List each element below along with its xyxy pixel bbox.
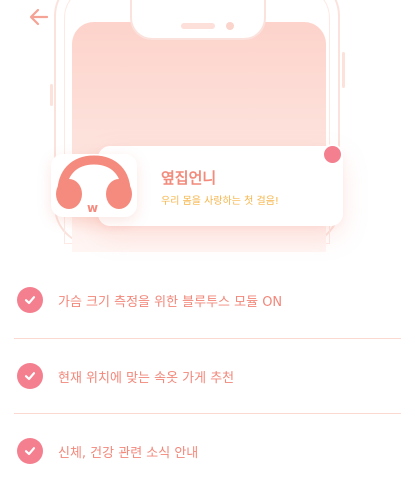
checkmark-icon xyxy=(17,363,43,389)
feature-item-store: 현재 위치에 맞는 속옷 가게 추천 xyxy=(17,360,402,392)
phone-notch xyxy=(130,0,266,40)
checkmark-icon xyxy=(17,287,43,313)
divider xyxy=(14,338,401,339)
arrow-left-icon xyxy=(29,8,49,26)
headphones-logo-icon: w xyxy=(56,155,132,215)
back-button[interactable] xyxy=(28,6,50,28)
notification-dot xyxy=(324,146,341,163)
svg-text:w: w xyxy=(87,201,98,215)
feature-label: 현재 위치에 맞는 속옷 가게 추천 xyxy=(58,370,235,386)
app-slogan: 우리 몸을 사랑하는 첫 걸음! xyxy=(161,196,279,207)
feature-label: 신체, 건강 관련 소식 안내 xyxy=(58,445,199,461)
phone-side-button xyxy=(50,84,53,106)
feature-item-news: 신체, 건강 관련 소식 안내 xyxy=(17,435,402,467)
phone-camera xyxy=(226,22,234,30)
phone-side-button xyxy=(342,52,345,88)
checkmark-icon xyxy=(17,438,43,464)
divider xyxy=(14,413,401,414)
phone-speaker xyxy=(181,23,215,29)
app-name: 옆집언니 xyxy=(161,169,217,187)
feature-item-bluetooth: 가슴 크기 측정을 위한 블루투스 모듈 ON xyxy=(17,284,402,316)
feature-label: 가슴 크기 측정을 위한 블루투스 모듈 ON xyxy=(58,294,283,310)
app-icon: w xyxy=(51,154,137,217)
